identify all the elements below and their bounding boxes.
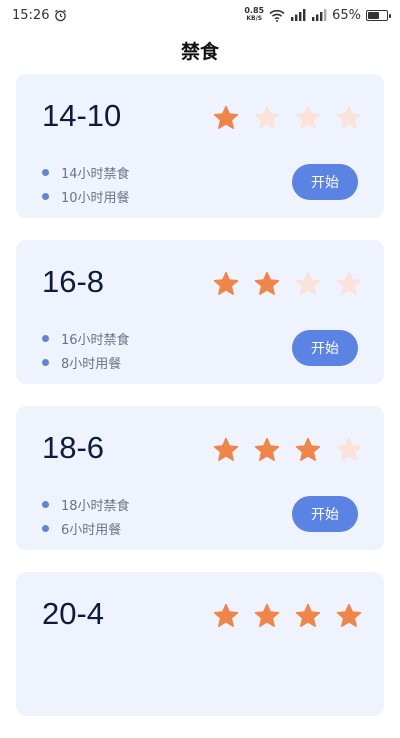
- star-empty-icon: [336, 105, 362, 129]
- star-filled-icon: [213, 105, 239, 129]
- wifi-icon: [269, 9, 285, 22]
- star-filled-icon: [336, 603, 362, 627]
- bullet-dot: [42, 500, 49, 508]
- star-empty-icon: [336, 437, 362, 461]
- bullet-dot: [42, 168, 49, 176]
- bullet-dot: [42, 334, 49, 342]
- plan-list: 14-10 14小时禁食 10小时用餐 开始 16-8 16小时禁食 8小时用餐…: [16, 74, 384, 738]
- eating-hours: 8小时用餐: [42, 350, 130, 374]
- star-filled-icon: [254, 437, 280, 461]
- plan-title: 18-6: [42, 430, 105, 465]
- difficulty-stars: [212, 436, 363, 464]
- bullet-dot: [42, 524, 49, 532]
- page-title: 禁食: [180, 40, 219, 63]
- eating-hours: 10小时用餐: [42, 184, 130, 208]
- plan-card: 14-10 14小时禁食 10小时用餐 开始: [16, 74, 384, 218]
- plan-details: 14小时禁食 10小时用餐: [42, 160, 130, 208]
- bullet-dot: [42, 192, 49, 200]
- star-empty-icon: [295, 105, 321, 129]
- plan-details: 18小时禁食 6小时用餐: [42, 492, 130, 540]
- star-empty-icon: [295, 271, 321, 295]
- alarm-icon: [55, 9, 67, 21]
- fasting-hours: 14小时禁食: [42, 160, 130, 184]
- star-filled-icon: [213, 603, 239, 627]
- plan-title: 20-4: [42, 596, 105, 631]
- star-filled-icon: [254, 603, 280, 627]
- star-empty-icon: [336, 271, 362, 295]
- start-button[interactable]: 开始: [292, 164, 358, 200]
- battery-icon: [366, 9, 391, 21]
- plan-title: 14-10: [42, 98, 122, 133]
- star-filled-icon: [213, 437, 239, 461]
- plan-details: 16小时禁食 8小时用餐: [42, 326, 130, 374]
- battery-percent: 65%: [332, 7, 361, 23]
- star-filled-icon: [295, 603, 321, 627]
- difficulty-stars: [212, 602, 363, 630]
- difficulty-stars: [212, 270, 363, 298]
- star-filled-icon: [213, 271, 239, 295]
- network-speed: 0.85 KB/S: [244, 6, 265, 23]
- plan-title: 16-8: [42, 264, 105, 299]
- eating-hours: 6小时用餐: [42, 516, 130, 540]
- start-button[interactable]: 开始: [292, 496, 358, 532]
- difficulty-stars: [212, 104, 363, 132]
- start-button[interactable]: 开始: [292, 330, 358, 366]
- status-bar: 15:26 0.85 KB/S 65%: [0, 0, 400, 30]
- signal-icon-2: [312, 9, 327, 21]
- fasting-hours: 16小时禁食: [42, 326, 130, 350]
- star-filled-icon: [254, 271, 280, 295]
- signal-icon-1: [291, 9, 306, 21]
- status-time: 15:26: [12, 7, 50, 23]
- bullet-dot: [42, 358, 49, 366]
- star-filled-icon: [295, 437, 321, 461]
- fasting-hours: 18小时禁食: [42, 492, 130, 516]
- plan-card: 18-6 18小时禁食 6小时用餐 开始: [16, 406, 384, 550]
- plan-card: 20-4: [16, 572, 384, 716]
- plan-card: 16-8 16小时禁食 8小时用餐 开始: [16, 240, 384, 384]
- star-empty-icon: [254, 105, 280, 129]
